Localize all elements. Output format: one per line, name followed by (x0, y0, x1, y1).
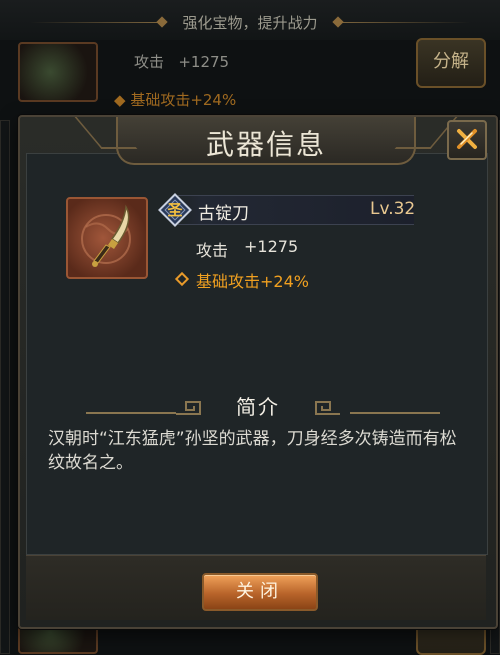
dialog-title-plate: 武器信息 (116, 117, 416, 165)
blade-icon (81, 204, 131, 267)
background-bonus-text: 基础攻击+24% (130, 91, 237, 109)
intro-divider-right (350, 412, 440, 414)
grade-badge-icon: 圣 (158, 193, 192, 227)
weapon-name: 古锭刀 (198, 204, 249, 224)
fret-ornament-icon (315, 401, 340, 415)
dialog-title: 武器信息 (205, 128, 326, 161)
grade-badge-text: 圣 (167, 201, 183, 219)
attack-label: 攻击 (196, 241, 229, 260)
background-item-attack: 攻击 +1275 (134, 51, 229, 72)
background-side-frame-left (0, 120, 10, 654)
close-x-glyph (457, 129, 477, 149)
close-button[interactable]: 关闭 (202, 573, 318, 611)
background-header: 强化宝物，提升战力 (0, 0, 500, 40)
weapon-portrait (66, 197, 148, 279)
close-x-icon[interactable] (447, 120, 487, 160)
background-attack-value: +1275 (178, 53, 230, 71)
background-item-bonus: ◆ 基础攻击+24% (114, 91, 237, 109)
background-subtitle: 强化宝物，提升战力 (182, 14, 318, 32)
attack-value: +1275 (244, 237, 299, 256)
intro-description: 汉朝时“江东猛虎”孙坚的武器，刀身经多次铸造而有松纹故名之。 (48, 429, 457, 473)
intro-heading: 简介 (236, 395, 280, 419)
decompose-button[interactable]: 分解 (416, 38, 486, 88)
background-attack-label: 攻击 (134, 53, 165, 71)
base-attack-bonus: 基础攻击+24% (196, 272, 309, 291)
weapon-level: Lv.32 (370, 199, 416, 219)
weapon-info-dialog: 武器信息 圣 古锭刀 Lv.32 攻击 +1275 基础攻击+24% 简介 汉朝… (18, 115, 498, 629)
background-item-thumbnail (18, 42, 98, 102)
